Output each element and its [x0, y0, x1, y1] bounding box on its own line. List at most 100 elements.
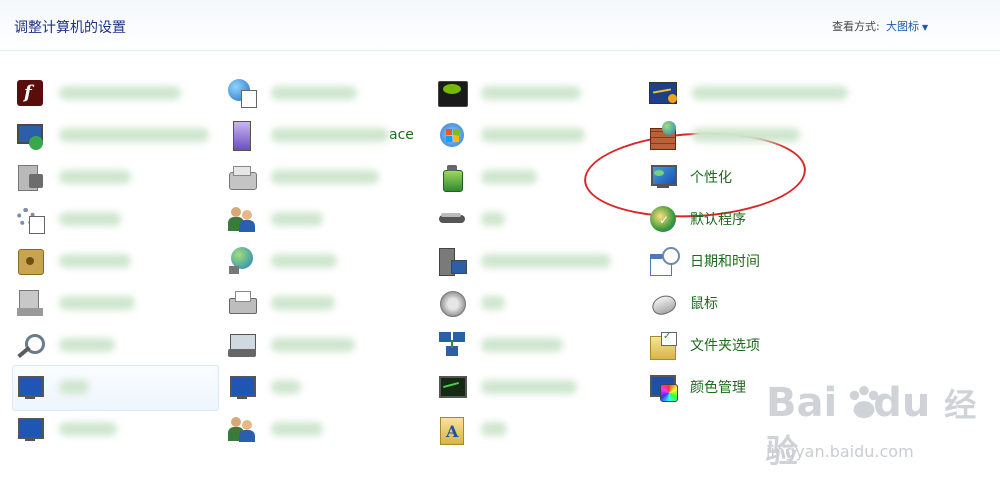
- cp-item-indexing[interactable]: [15, 326, 115, 364]
- blurred-label: [271, 128, 389, 142]
- chevron-down-icon: ▼: [922, 23, 929, 32]
- view-by-dropdown[interactable]: 大图标 ▼: [886, 18, 928, 34]
- network-icon: [437, 330, 467, 360]
- cp-item-keyboard[interactable]: [227, 326, 355, 364]
- blurred-label: [481, 338, 563, 352]
- cp-item-network-map[interactable]: [437, 326, 563, 364]
- cp-item-label: 个性化: [690, 170, 732, 186]
- monitor-icon: [227, 372, 257, 402]
- blurred-label: [59, 296, 135, 310]
- view-by-value: 大图标: [886, 20, 919, 33]
- cp-item-windows-update[interactable]: [437, 116, 585, 154]
- blurred-label: [481, 212, 505, 226]
- cp-item-label: 鼠标: [690, 296, 718, 312]
- printer-icon: [227, 288, 257, 318]
- safe-icon: [15, 246, 45, 276]
- cp-item-screen-monitor[interactable]: [227, 368, 301, 406]
- blurred-label: [481, 86, 581, 100]
- monitor-icon: [15, 414, 45, 444]
- blurred-label: [271, 296, 335, 310]
- programs-icon: [15, 288, 45, 318]
- cp-item-label: 默认程序: [690, 212, 746, 228]
- cp-item-family-safety[interactable]: [227, 410, 323, 448]
- blurred-label: [59, 212, 121, 226]
- keyboard-icon: [227, 330, 257, 360]
- cp-item-programs[interactable]: [15, 284, 135, 322]
- blurred-label: [271, 86, 357, 100]
- cp-item-label: 日期和时间: [690, 254, 760, 270]
- cp-item-firewall[interactable]: [648, 116, 800, 154]
- blurred-label: [59, 170, 131, 184]
- windows-update-icon: [437, 120, 467, 150]
- blurred-label: [481, 296, 505, 310]
- header-bar: 调整计算机的设置 查看方式: 大图标 ▼: [0, 0, 1000, 51]
- cp-item-personalization[interactable]: 个性化: [648, 158, 732, 196]
- computer-sync-icon: [15, 120, 45, 150]
- devices-icon: [15, 162, 45, 192]
- blurred-label: [59, 422, 117, 436]
- cp-item-date-time[interactable]: 日期和时间: [648, 242, 760, 280]
- blurred-label: [271, 338, 355, 352]
- blurred-label: [59, 338, 115, 352]
- cp-item-sync-center[interactable]: [15, 116, 209, 154]
- blurred-label: [59, 86, 181, 100]
- blurred-label: [271, 212, 323, 226]
- cp-item-remote[interactable]: [15, 410, 117, 448]
- watermark-url: jingyan.baidu.com: [766, 442, 914, 461]
- cp-item-partial-label: ace: [389, 127, 414, 143]
- cp-item-device-stick[interactable]: [437, 200, 505, 238]
- globe-checklist-icon: [227, 78, 257, 108]
- globe-network-icon: [227, 246, 257, 276]
- default-programs-icon: ✓: [648, 204, 678, 234]
- cp-item-admin-tools[interactable]: [15, 200, 121, 238]
- folder-options-icon: ✓: [648, 330, 678, 360]
- nvidia-icon: [437, 78, 468, 108]
- gear-checklist-icon: [15, 204, 45, 234]
- color-management-icon: [648, 372, 678, 402]
- cp-item-nvidia[interactable]: [437, 74, 581, 112]
- blurred-label: [481, 422, 507, 436]
- cp-item-devices[interactable]: [15, 158, 131, 196]
- flash-icon: f: [15, 78, 45, 108]
- blurred-label: [481, 128, 585, 142]
- cp-item-phone-modem[interactable]: [227, 158, 379, 196]
- cp-item-folder-options[interactable]: ✓ 文件夹选项: [648, 326, 760, 364]
- cp-item-realtek-audio[interactable]: [648, 74, 848, 112]
- audio-manager-icon: [648, 78, 678, 108]
- cp-item-mouse[interactable]: 鼠标: [648, 284, 718, 322]
- cp-item-credential[interactable]: [15, 242, 131, 280]
- cp-item-cardspace[interactable]: ace: [227, 116, 414, 154]
- monitor-chart-icon: [437, 372, 467, 402]
- monitor-icon: [15, 372, 45, 402]
- blurred-label: [481, 254, 611, 268]
- fonts-folder-icon: A: [437, 414, 467, 445]
- page-title: 调整计算机的设置: [14, 20, 126, 36]
- cp-item-performance[interactable]: [437, 368, 577, 406]
- users-icon: [227, 414, 257, 444]
- cp-item-internet-options[interactable]: [227, 74, 357, 112]
- cp-item-getting-started[interactable]: [437, 242, 611, 280]
- cp-item-power[interactable]: [437, 158, 537, 196]
- cp-item-fonts[interactable]: A: [437, 410, 507, 448]
- cp-item-display[interactable]: [15, 368, 89, 406]
- blurred-label: [271, 254, 337, 268]
- users-icon: [227, 204, 257, 234]
- blurred-label: [271, 380, 301, 394]
- cp-item-default-programs[interactable]: ✓ 默认程序: [648, 200, 746, 238]
- personalization-monitor-icon: [648, 162, 678, 192]
- cp-item-label: 颜色管理: [690, 380, 746, 396]
- blurred-label: [59, 380, 89, 394]
- cp-item-sound[interactable]: [437, 284, 505, 322]
- battery-icon: [437, 162, 467, 192]
- calendar-clock-icon: [648, 246, 680, 276]
- cp-item-user-accounts[interactable]: [227, 200, 323, 238]
- cp-item-flash-player[interactable]: f: [15, 74, 181, 112]
- blurred-label: [271, 170, 379, 184]
- blurred-label: [692, 86, 848, 100]
- blurred-label: [271, 422, 323, 436]
- speaker-icon: [437, 288, 467, 318]
- cp-item-color-management[interactable]: 颜色管理: [648, 368, 746, 406]
- blurred-label: [59, 128, 209, 142]
- cp-item-printers[interactable]: [227, 284, 335, 322]
- cp-item-network-center[interactable]: [227, 242, 337, 280]
